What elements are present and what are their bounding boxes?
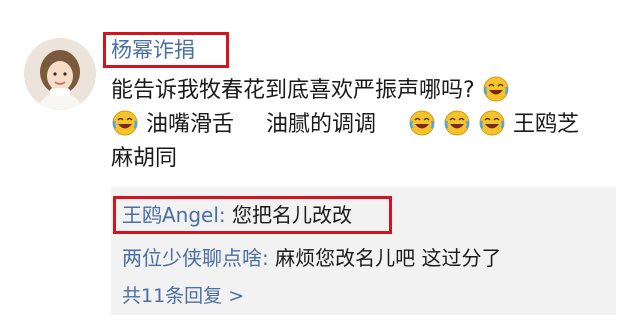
comment-text-2c: 王鸥芝 — [513, 112, 580, 137]
laughing-crying-emoji-icon — [444, 110, 470, 136]
reply-text: 麻烦您改名儿吧 这过分了 — [275, 246, 502, 270]
avatar-image — [24, 38, 96, 110]
comment-text-1: 能告诉我牧春花到底喜欢严振声哪吗? — [111, 78, 475, 103]
comment-line-2: 油嘴滑舌 油腻的调调 王鸥芝 — [111, 108, 611, 142]
reply-author[interactable]: 两位少侠聊点啥: — [122, 246, 269, 270]
laughing-crying-emoji-icon — [483, 76, 509, 102]
laughing-crying-emoji-icon — [409, 110, 435, 136]
comment-text-3: 麻胡同 — [111, 146, 178, 171]
comment-content: 能告诉我牧春花到底喜欢严振声哪吗? 油嘴滑舌 油腻的调调 王鸥芝 麻胡同 — [111, 74, 611, 176]
reply-author[interactable]: 王鸥Angel: — [122, 203, 226, 227]
comment-username[interactable]: 杨幂诈捐 — [111, 37, 195, 63]
comment-line-1: 能告诉我牧春花到底喜欢严振声哪吗? — [111, 74, 611, 108]
reply-item[interactable]: 两位少侠聊点啥: 麻烦您改名儿吧 这过分了 — [122, 244, 501, 272]
laughing-crying-emoji-icon — [479, 110, 505, 136]
user-avatar[interactable] — [24, 38, 96, 110]
comment-line-3: 麻胡同 — [111, 142, 611, 176]
comment-text-2b: 油腻的调调 — [266, 112, 377, 137]
laughing-crying-emoji-icon — [112, 110, 138, 136]
reply-text: 您把名儿改改 — [232, 203, 353, 227]
view-all-replies-link[interactable]: 共11条回复 > — [122, 283, 244, 309]
comment-text-2a: 油嘴滑舌 — [146, 112, 235, 137]
reply-item[interactable]: 王鸥Angel: 您把名儿改改 — [122, 201, 352, 229]
